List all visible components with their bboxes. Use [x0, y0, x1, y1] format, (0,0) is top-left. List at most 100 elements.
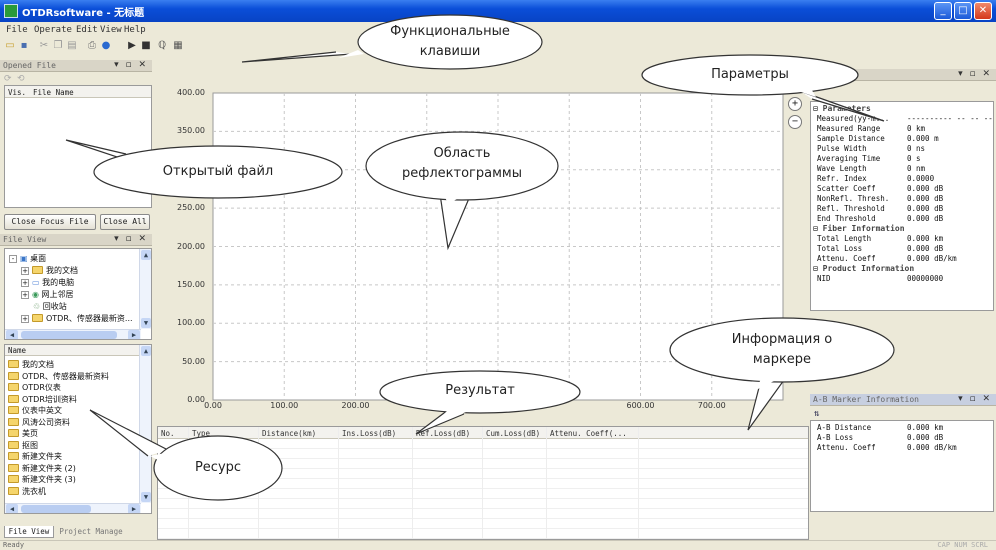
- list-item[interactable]: 抠图: [8, 440, 38, 451]
- tree-item[interactable]: - ▣ 桌面: [9, 253, 46, 264]
- marker-value[interactable]: 0.000 km: [907, 423, 943, 432]
- copy-icon[interactable]: ❐: [52, 40, 64, 52]
- folder-icon: [8, 429, 19, 437]
- file-view-header: File View ▾ ▫ ✕: [0, 234, 152, 246]
- menu-edit[interactable]: Edit: [76, 25, 98, 35]
- list-item[interactable]: 仪表中英文: [8, 405, 62, 416]
- param-label: NonRefl. Thresh.: [817, 194, 890, 203]
- fiber-info-value[interactable]: 0.000 dB: [907, 244, 943, 253]
- report-icon[interactable]: ▦: [172, 40, 184, 52]
- list-item[interactable]: 新建文件夹 (3): [8, 474, 76, 485]
- menu-help[interactable]: Help: [124, 25, 146, 35]
- minimize-button[interactable]: _: [934, 2, 952, 20]
- list-item[interactable]: 洗衣机: [8, 486, 46, 497]
- folder-tree[interactable]: - ▣ 桌面 + 我的文档 + ▭ 我的电脑 + ◉ 网上邻居 ♲ 回收站 + OTDR、…: [4, 248, 152, 340]
- cut-icon[interactable]: ✂: [38, 40, 50, 52]
- column-divider: [638, 427, 639, 539]
- list-item-label: 新建文件夹 (3): [22, 475, 76, 484]
- param-value[interactable]: 0 km: [907, 124, 925, 133]
- col-file-name[interactable]: File Name: [33, 88, 74, 97]
- panel-controls-icon[interactable]: ▾ ▫ ✕: [958, 69, 992, 79]
- list-item-label: OTDR仪表: [22, 383, 61, 392]
- fiber-info-label: Total Loss: [817, 244, 863, 253]
- callout-marker-info-text: Информация о маркере: [670, 330, 894, 370]
- app-icon: [4, 4, 18, 18]
- column-divider: [482, 427, 483, 539]
- list-item[interactable]: OTDR培训资料: [8, 394, 77, 405]
- table-row[interactable]: [158, 529, 808, 539]
- paste-icon[interactable]: ▤: [66, 40, 78, 52]
- param-value[interactable]: 0.000 dB: [907, 204, 943, 213]
- col-name[interactable]: Name: [8, 346, 26, 355]
- list-item[interactable]: 我的文档: [8, 359, 54, 370]
- col-vis[interactable]: Vis.: [8, 88, 26, 97]
- tree-item[interactable]: + ◉ 网上邻居: [21, 289, 74, 300]
- folder-icon: [8, 440, 19, 449]
- callout-trace-l2: рефлектограммы: [402, 166, 522, 181]
- close-all-button[interactable]: Close All: [100, 214, 150, 230]
- param-value[interactable]: 0 ns: [907, 144, 925, 153]
- callout-opened-file-text: Открытый файл: [162, 164, 274, 179]
- fiber-info-label: Attenu. Coeff: [817, 254, 876, 263]
- table-row[interactable]: [158, 509, 808, 519]
- tree-item[interactable]: + OTDR、传感器最新资...: [21, 313, 133, 324]
- list-item[interactable]: 美页: [8, 428, 38, 439]
- param-value[interactable]: 0.000 dB: [907, 194, 943, 203]
- marker-value[interactable]: 0.000 dB/km: [907, 443, 957, 452]
- tree-horizontal-scrollbar[interactable]: ◀ ▶: [5, 329, 141, 339]
- tree-item[interactable]: ♲ 回收站: [33, 301, 67, 312]
- marker-value[interactable]: 0.000 dB: [907, 433, 943, 442]
- product-info-value[interactable]: 00000000: [907, 274, 943, 283]
- fiber-info-value[interactable]: 0.000 km: [907, 234, 943, 243]
- tree-vertical-scrollbar[interactable]: ▲ ▼: [139, 249, 151, 329]
- tab-file-view[interactable]: File View: [4, 526, 54, 538]
- refresh-icon[interactable]: ⟳ ⟲: [4, 74, 25, 84]
- param-value[interactable]: ---------- -- -- --: [907, 114, 993, 123]
- close-focus-file-button[interactable]: Close Focus File: [4, 214, 96, 230]
- table-row[interactable]: [158, 519, 808, 529]
- panel-controls-icon[interactable]: ▾ ▫ ✕: [114, 234, 148, 244]
- list-item[interactable]: OTDR、传感器最新资料: [8, 371, 109, 382]
- close-button[interactable]: ✕: [974, 2, 992, 20]
- list-item[interactable]: OTDR仪表: [8, 382, 61, 393]
- list-item[interactable]: 新建文件夹: [8, 451, 62, 462]
- list-item-label: 风涛公司资料: [22, 417, 70, 427]
- tree-item[interactable]: + ▭ 我的电脑: [21, 277, 74, 288]
- param-value[interactable]: 0.0000: [907, 174, 934, 183]
- list-item[interactable]: 新建文件夹 (2): [8, 463, 76, 474]
- print-icon[interactable]: ⎙: [86, 40, 98, 52]
- fiber-info-value[interactable]: 0.000 dB/km: [907, 254, 957, 263]
- param-value[interactable]: 0.000 dB: [907, 214, 943, 223]
- parameters-grid[interactable]: ⊟ ParametersMeasured(yy-m...---------- -…: [810, 101, 994, 311]
- param-value[interactable]: 0.000 dB: [907, 184, 943, 193]
- y-tick-label: 400.00: [177, 88, 205, 97]
- product-info-label: NID: [817, 274, 831, 283]
- folder-icon: [8, 394, 19, 403]
- save-icon[interactable]: ▪: [18, 40, 30, 52]
- list-item-label: 仪表中英文: [22, 406, 62, 415]
- param-value[interactable]: 0 s: [907, 154, 921, 163]
- param-value[interactable]: 0 nm: [907, 164, 925, 173]
- section-fiber-information[interactable]: ⊟ Fiber Information: [813, 224, 905, 233]
- x-tick-label: 100.00: [270, 401, 299, 410]
- tab-project-manage[interactable]: Project Manage: [56, 526, 126, 538]
- callout-resource-text: Ресурс: [194, 460, 242, 475]
- y-tick-label: 150.00: [177, 279, 205, 289]
- section-product-information[interactable]: ⊟ Product Information: [813, 264, 914, 273]
- stop-icon[interactable]: ■: [140, 40, 152, 52]
- panel-controls-icon[interactable]: ▾ ▫ ✕: [114, 60, 148, 70]
- tree-item[interactable]: + 我的文档: [21, 265, 78, 276]
- param-value[interactable]: 0.000 m: [907, 134, 939, 143]
- folder-icon: [8, 371, 19, 380]
- panel-controls-icon[interactable]: ▾ ▫ ✕: [958, 394, 992, 404]
- help-icon[interactable]: ●: [100, 40, 112, 52]
- menu-operate[interactable]: Operate: [34, 25, 72, 35]
- open-icon[interactable]: ▭: [4, 40, 16, 52]
- run-icon[interactable]: ▶: [126, 40, 138, 52]
- menu-view[interactable]: View: [100, 25, 122, 35]
- settings-icon[interactable]: ℚ: [156, 40, 168, 52]
- maximize-button[interactable]: □: [954, 2, 972, 20]
- list-item[interactable]: 风涛公司资料: [8, 417, 70, 428]
- folder-icon: [8, 463, 19, 472]
- menu-file[interactable]: File: [6, 25, 28, 35]
